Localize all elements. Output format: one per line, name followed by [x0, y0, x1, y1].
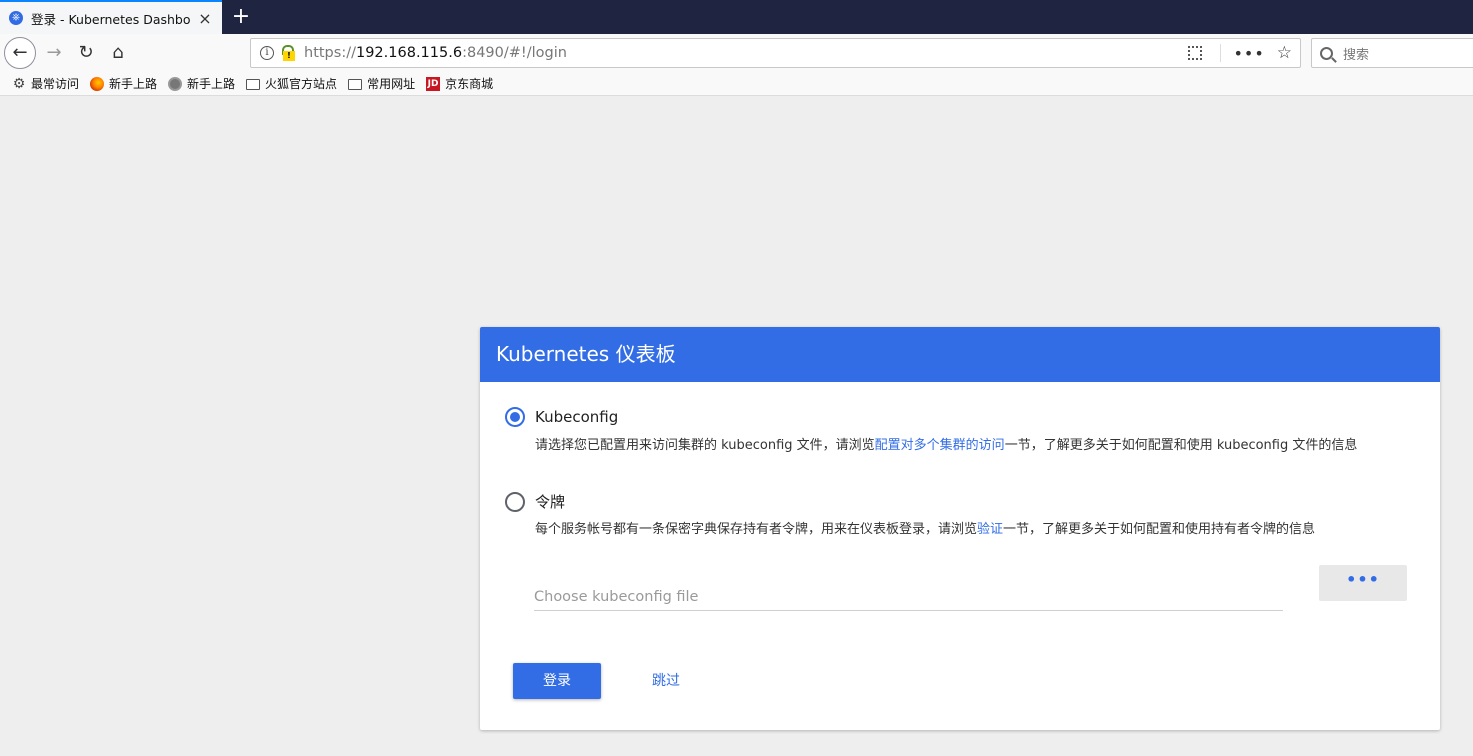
- bookmark-getting-started-2[interactable]: 新手上路: [168, 75, 235, 92]
- arrow-right-icon: →: [46, 42, 62, 63]
- navigation-bar: ← → ↻ ⌂ i https://192.168.115.6:8490/#!/…: [0, 34, 1473, 72]
- kubeconfig-description: 请选择您已配置用来访问集群的 kubeconfig 文件，请浏览配置对多个集群的…: [535, 438, 1358, 453]
- browse-file-button[interactable]: •••: [1319, 565, 1407, 601]
- jd-icon: JD: [426, 76, 441, 91]
- folder-icon: [246, 79, 261, 90]
- url-text[interactable]: https://192.168.115.6:8490/#!/login: [304, 45, 567, 61]
- bookmark-star-icon[interactable]: ☆: [1277, 43, 1292, 63]
- bookmark-most-visited[interactable]: ⚙ 最常访问: [12, 75, 79, 92]
- token-label: 令牌: [535, 493, 566, 511]
- firefox-icon: [90, 76, 105, 91]
- folder-icon: [348, 79, 363, 90]
- browser-tab[interactable]: ⎈ 登录 - Kubernetes Dashboard ×: [0, 0, 222, 34]
- file-input-placeholder: Choose kubeconfig file: [534, 589, 699, 605]
- globe-icon: [168, 76, 183, 91]
- back-button[interactable]: ←: [4, 37, 36, 69]
- kubeconfig-label: Kubeconfig: [535, 408, 619, 426]
- bookmark-label: 火狐官方站点: [265, 77, 338, 91]
- kubeconfig-radio[interactable]: [505, 407, 525, 427]
- bookmark-label: 新手上路: [187, 77, 236, 91]
- tab-title: 登录 - Kubernetes Dashboard: [31, 11, 191, 27]
- home-button[interactable]: ⌂: [103, 38, 133, 68]
- divider: [1220, 44, 1222, 62]
- bookmark-label: 京东商城: [445, 77, 494, 91]
- home-icon: ⌂: [112, 42, 124, 63]
- bookmark-common-sites[interactable]: 常用网址: [348, 75, 415, 92]
- bookmark-firefox-official[interactable]: 火狐官方站点: [246, 75, 337, 92]
- token-option[interactable]: 令牌: [505, 491, 565, 512]
- reload-button[interactable]: ↻: [71, 38, 101, 68]
- tab-strip: ⎈ 登录 - Kubernetes Dashboard × +: [0, 0, 1473, 34]
- authentication-link[interactable]: 验证: [977, 522, 1003, 537]
- arrow-left-icon: ←: [12, 42, 28, 63]
- url-actions: ••• ☆: [1188, 39, 1292, 67]
- kubernetes-icon: ⎈: [9, 11, 23, 25]
- multi-cluster-access-link[interactable]: 配置对多个集群的访问: [875, 438, 1005, 453]
- search-bar[interactable]: 搜索: [1311, 38, 1473, 68]
- close-tab-icon[interactable]: ×: [197, 9, 213, 28]
- token-radio[interactable]: [505, 491, 525, 512]
- search-icon: [1320, 46, 1333, 60]
- bookmark-label: 最常访问: [31, 77, 80, 91]
- qr-code-icon[interactable]: [1188, 46, 1203, 60]
- reload-icon: ↻: [78, 42, 94, 63]
- forward-button[interactable]: →: [39, 38, 69, 68]
- page-title: Kubernetes 仪表板: [480, 327, 1440, 382]
- token-description: 每个服务帐号都有一条保密字典保存持有者令牌，用来在仪表板登录，请浏览验证一节，了…: [535, 522, 1316, 537]
- bookmark-label: 常用网址: [367, 77, 416, 91]
- bookmark-jd[interactable]: JD 京东商城: [426, 75, 493, 92]
- search-input[interactable]: 搜索: [1343, 44, 1369, 63]
- login-button[interactable]: 登录: [513, 663, 601, 699]
- more-actions-icon[interactable]: •••: [1233, 44, 1264, 63]
- skip-button[interactable]: 跳过: [628, 663, 704, 699]
- kubeconfig-option[interactable]: Kubeconfig: [505, 407, 618, 427]
- bookmarks-bar: ⚙ 最常访问 新手上路 新手上路 火狐官方站点 常用网址 JD 京东商城: [0, 72, 1473, 96]
- login-card: Kubernetes 仪表板 Kubeconfig 请选择您已配置用来访问集群的…: [480, 327, 1440, 730]
- bookmark-getting-started[interactable]: 新手上路: [90, 75, 157, 92]
- kubeconfig-file-input[interactable]: Choose kubeconfig file: [534, 579, 1283, 611]
- url-bar[interactable]: i https://192.168.115.6:8490/#!/login ••…: [250, 38, 1301, 68]
- info-icon[interactable]: i: [260, 46, 274, 60]
- bookmark-label: 新手上路: [109, 77, 158, 91]
- new-tab-button[interactable]: +: [228, 4, 254, 30]
- insecure-lock-icon[interactable]: [280, 45, 295, 61]
- gear-icon: ⚙: [12, 75, 26, 92]
